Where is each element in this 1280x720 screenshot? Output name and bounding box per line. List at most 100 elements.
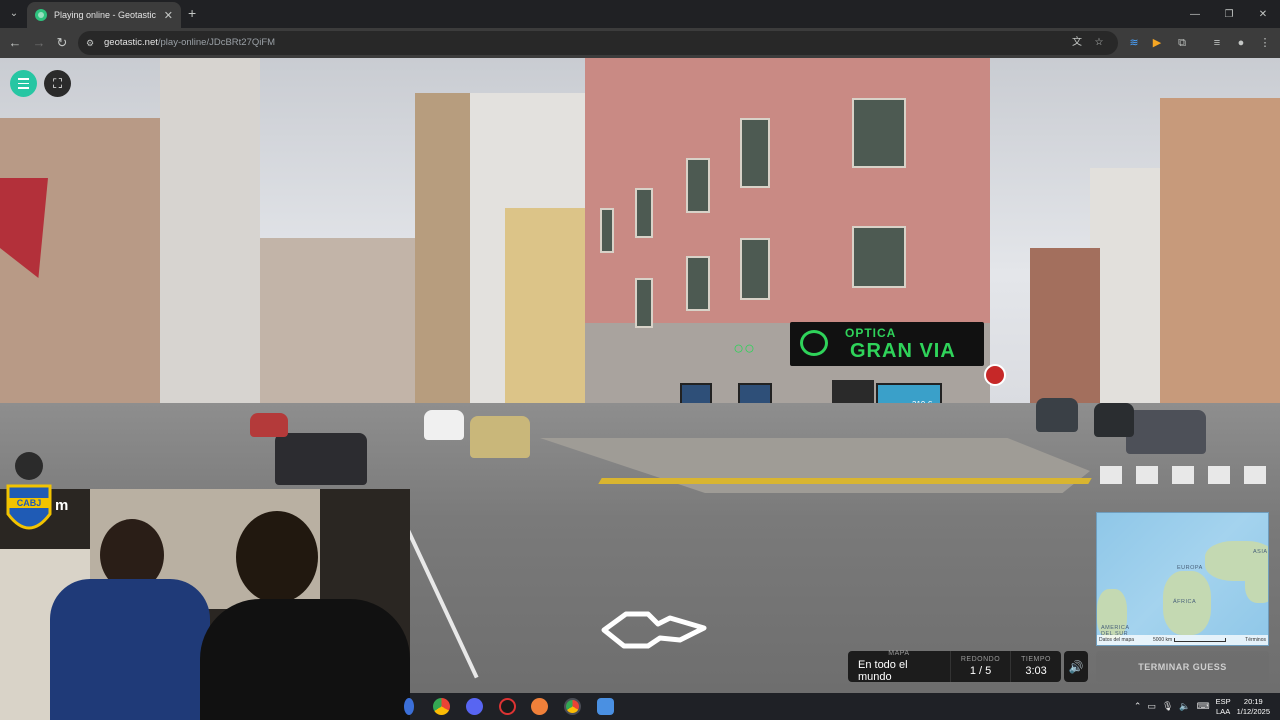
time-stat-value: 3:03 (1025, 665, 1047, 677)
forward-icon[interactable]: → (30, 34, 48, 52)
tab-strip: ⌄ Playing online - Geotastic ✕ + — ❐ ✕ (0, 0, 1280, 28)
window (686, 158, 710, 213)
window (686, 256, 710, 311)
browser-toolbar: ← → ↻ ⚙ geotastic.net/play-online/JDcBRt… (0, 28, 1280, 58)
map-scale-bar (1174, 637, 1227, 642)
extension-play-icon[interactable]: ▶ (1150, 36, 1164, 50)
person-right-head (236, 511, 318, 603)
bookmark-star-icon[interactable]: ☆ (1092, 36, 1106, 50)
window (852, 226, 906, 288)
sound-icon[interactable]: 🔊 (1064, 651, 1088, 682)
minimap-attribution: Datos del mapa 5000 km Términos (1097, 635, 1268, 645)
window (740, 238, 770, 300)
map-stat: MAPA En todo el mundo (848, 650, 951, 683)
side-menu-button[interactable] (10, 70, 37, 97)
menu-kebab-icon[interactable]: ⋮ (1258, 36, 1272, 50)
close-window-icon[interactable]: ✕ (1246, 0, 1280, 28)
tower-balconies (415, 93, 470, 413)
volume-icon[interactable]: 🔈 (1179, 701, 1190, 712)
crest-text: CABJ (17, 498, 42, 508)
window (852, 98, 906, 168)
restore-icon[interactable]: ❐ (1212, 0, 1246, 28)
keyboard-layout: LAA (1216, 706, 1231, 716)
language-indicator[interactable]: ESP LAA (1216, 697, 1231, 717)
map-data-label: Datos del mapa (1099, 637, 1135, 643)
time-stat: TIEMPO 3:03 (1011, 651, 1061, 682)
app-taskbar-icon[interactable] (531, 698, 548, 715)
car (275, 433, 367, 485)
profile-avatar-icon[interactable]: ● (1234, 36, 1248, 50)
discord-taskbar-icon[interactable] (466, 698, 483, 715)
optica-logo-icon (800, 330, 828, 356)
reload-icon[interactable]: ↻ (53, 34, 71, 52)
car (470, 416, 530, 458)
clock-date: 1/12/2025 (1236, 706, 1270, 716)
window (600, 208, 614, 253)
window-controls: — ❐ ✕ (1178, 0, 1280, 28)
right-brick-building (1160, 98, 1280, 428)
map-terms-link[interactable]: Términos (1245, 637, 1266, 643)
network-icon[interactable]: ▭ (1147, 701, 1156, 712)
guess-minimap[interactable]: EUROPA ÁFRICA ASIA AMERICA DEL SUR Datos… (1096, 512, 1269, 646)
back-icon[interactable]: ← (6, 34, 24, 52)
fullscreen-icon[interactable]: ⛶ (44, 70, 71, 97)
round-stat: REDONDO 1 / 5 (951, 651, 1012, 682)
minimap-label: ÁFRICA (1173, 599, 1197, 605)
map-stat-value: En todo el mundo (858, 659, 908, 683)
clock[interactable]: 20:19 1/12/2025 (1237, 697, 1270, 717)
media-control-icon[interactable]: ≡ (1210, 36, 1224, 50)
window (635, 188, 653, 238)
optica-shop-sign: OPTICA GRAN VIA (790, 322, 984, 366)
game-status-bar: MAPA En todo el mundo REDONDO 1 / 5 TIEM… (848, 650, 1061, 683)
minimap-land (1245, 563, 1268, 603)
yellow-curb (598, 478, 1092, 484)
window (740, 118, 770, 188)
glasses-logo-icon: ○○ (733, 338, 755, 358)
move-forward-arrow[interactable] (600, 608, 708, 652)
minimize-icon[interactable]: — (1178, 0, 1212, 28)
geotastic-favicon-icon (35, 9, 47, 21)
obs-taskbar-icon[interactable] (499, 698, 516, 715)
car (1036, 398, 1078, 432)
no-entry-sign (984, 364, 1006, 386)
time-stat-label: TIEMPO (1021, 656, 1051, 663)
address-bar[interactable]: ⚙ geotastic.net/play-online/JDcBRt27QiFM… (78, 31, 1118, 55)
map-scale-label: 5000 km (1153, 637, 1173, 643)
distant-buildings-left (260, 238, 420, 418)
end-guess-button[interactable]: TERMINAR GUESS (1096, 651, 1269, 682)
round-stat-value: 1 / 5 (969, 665, 992, 677)
tab-search-icon[interactable]: ⌄ (6, 6, 22, 22)
os-taskbar: ⌃ ▭ 🎙 🔈 ⌨ ESP LAA 20:19 1/12/2025 (404, 693, 1280, 720)
car (424, 410, 464, 440)
tab-title: Playing online - Geotastic (54, 10, 157, 20)
car (1094, 403, 1134, 437)
show-hidden-icons-icon[interactable]: ⌃ (1134, 701, 1142, 712)
microphone-icon[interactable]: 🎙 (1162, 701, 1173, 712)
webcam-overlay (0, 489, 410, 720)
car (1126, 410, 1206, 454)
clock-time: 20:19 (1243, 696, 1263, 706)
left-tall-building (160, 58, 260, 418)
keyboard-icon[interactable]: ⌨ (1197, 701, 1210, 712)
app-taskbar-icon[interactable] (597, 698, 614, 715)
translate-icon[interactable]: 文 (1070, 36, 1084, 50)
chrome-taskbar-icon[interactable] (433, 698, 450, 715)
window (635, 278, 653, 328)
minimap-label: ASIA (1253, 549, 1268, 555)
taskbar-app-icon[interactable] (404, 698, 414, 715)
round-stat-label: REDONDO (960, 656, 1001, 663)
new-tab-button[interactable]: + (188, 6, 196, 20)
person-right-shirt (200, 599, 410, 720)
close-tab-icon[interactable]: ✕ (164, 9, 173, 22)
url-text[interactable]: geotastic.net/play-online/JDcBRt27QiFM (104, 37, 275, 48)
distant-buildings-right (1030, 248, 1100, 408)
extension-wave-icon[interactable]: ≋ (1127, 36, 1141, 50)
minimap-label: EUROPA (1177, 565, 1203, 571)
chrome-active-taskbar-icon[interactable] (564, 698, 581, 715)
sign-text-gran-via: GRAN VIA (850, 340, 956, 362)
site-info-icon[interactable]: ⚙ (86, 37, 98, 49)
map-stat-label: MAPA (888, 650, 910, 657)
extensions-puzzle-icon[interactable]: ⧉ (1175, 36, 1189, 50)
system-tray: ⌃ ▭ 🎙 🔈 ⌨ ESP LAA 20:19 1/12/2025 (1134, 693, 1280, 720)
tab-geotastic[interactable]: Playing online - Geotastic ✕ (27, 2, 181, 28)
